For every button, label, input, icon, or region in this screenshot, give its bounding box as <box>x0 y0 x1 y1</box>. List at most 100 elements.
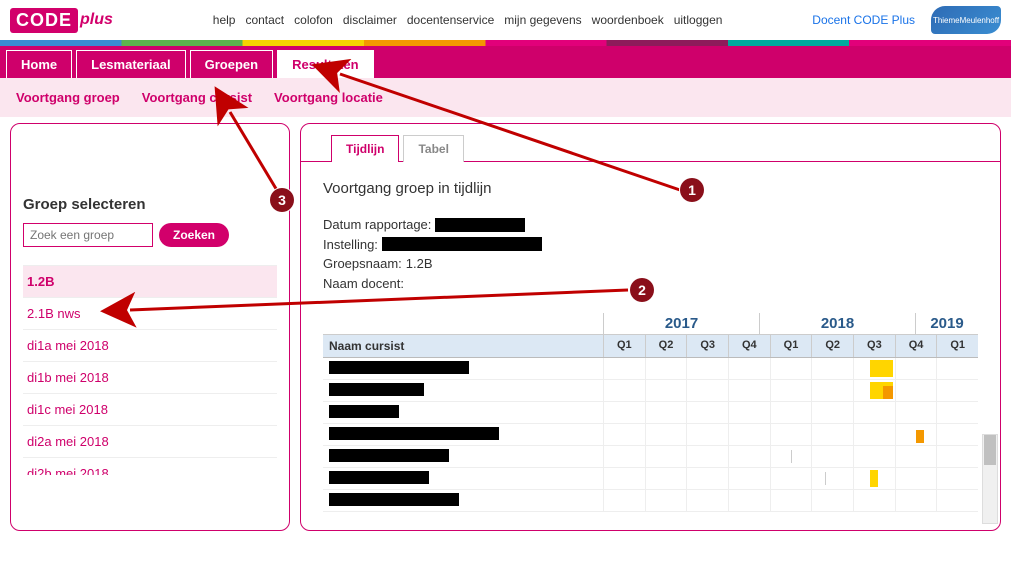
q-label: Q4 <box>895 335 937 357</box>
timeline-rows <box>323 358 978 512</box>
nav-disclaimer[interactable]: disclaimer <box>343 13 397 27</box>
year-2017: 2017 <box>603 313 759 334</box>
search-input[interactable] <box>23 223 153 247</box>
timeline-cell <box>770 380 812 401</box>
thieme-logo: ThiemeMeulenhoff <box>931 6 1001 34</box>
timeline-cell <box>811 446 853 467</box>
redacted <box>329 449 449 462</box>
timeline-cell <box>811 358 853 379</box>
timeline-row <box>323 490 978 512</box>
timeline-cell <box>603 358 645 379</box>
timeline-cell <box>895 468 937 489</box>
nav-mijngegevens[interactable]: mijn gegevens <box>504 13 581 27</box>
nav-contact[interactable]: contact <box>245 13 284 27</box>
subtab-voortgang-cursist[interactable]: Voortgang cursist <box>134 86 260 109</box>
timeline-cell <box>645 424 687 445</box>
tab-lesmateriaal[interactable]: Lesmateriaal <box>76 50 186 78</box>
timeline-cell <box>895 358 937 379</box>
annotation-marker-1: 1 <box>680 178 704 202</box>
timeline-row <box>323 468 978 490</box>
timeline-cell <box>728 424 770 445</box>
tab-groepen[interactable]: Groepen <box>190 50 273 78</box>
meta-date-label: Datum rapportage: <box>323 215 431 235</box>
timeline-cell <box>811 380 853 401</box>
timeline-cell <box>728 446 770 467</box>
timeline-cell <box>686 424 728 445</box>
progress-bar <box>916 430 924 443</box>
main-tabs: Home Lesmateriaal Groepen Resultaten <box>0 46 1011 78</box>
progress-bar <box>870 470 877 487</box>
nav-woordenboek[interactable]: woordenboek <box>592 13 664 27</box>
timeline-cell <box>936 490 978 511</box>
timeline-cell <box>853 358 895 379</box>
timeline-cell <box>853 424 895 445</box>
group-item[interactable]: di2b mei 2018 <box>23 458 277 475</box>
redacted <box>329 493 459 506</box>
nav-docentenservice[interactable]: docentenservice <box>407 13 494 27</box>
timeline-cell <box>936 468 978 489</box>
timeline-row <box>323 424 978 446</box>
group-list[interactable]: 1.2B 2.1B nws di1a mei 2018 di1b mei 201… <box>23 265 277 475</box>
detail-body: Voortgang groep in tijdlijn Datum rappor… <box>301 162 1000 530</box>
q-label: Q1 <box>936 335 978 357</box>
timeline-cell <box>728 490 770 511</box>
nav-uitloggen[interactable]: uitloggen <box>674 13 723 27</box>
tab-resultaten[interactable]: Resultaten <box>277 50 373 78</box>
docent-link[interactable]: Docent CODE Plus <box>812 13 915 27</box>
timeline-cell <box>686 468 728 489</box>
timeline-header: Naam cursist Q1 Q2 Q3 Q4 Q1 Q2 Q3 Q4 Q1 <box>323 335 978 358</box>
logo: CODE plus <box>10 8 113 33</box>
viewtab-tabel[interactable]: Tabel <box>403 135 463 162</box>
redacted <box>382 237 542 251</box>
timeline-cell <box>645 490 687 511</box>
progress-bar <box>791 450 792 463</box>
meta-inst-label: Instelling: <box>323 235 378 255</box>
timeline-row <box>323 402 978 424</box>
redacted <box>329 405 399 418</box>
timeline-cell <box>645 380 687 401</box>
group-item[interactable]: di1b mei 2018 <box>23 362 277 394</box>
year-2018: 2018 <box>759 313 915 334</box>
timeline-row <box>323 380 978 402</box>
redacted <box>329 361 469 374</box>
top-bar: CODE plus help contact colofon disclaime… <box>0 0 1011 40</box>
group-item[interactable]: di1a mei 2018 <box>23 330 277 362</box>
subtab-voortgang-locatie[interactable]: Voortgang locatie <box>266 86 391 109</box>
group-item[interactable]: 2.1B nws <box>23 298 277 330</box>
logo-suffix: plus <box>80 11 113 29</box>
content: Groep selecteren Zoeken 1.2B 2.1B nws di… <box>0 117 1011 537</box>
timeline-cell <box>853 446 895 467</box>
viewtab-tijdlijn[interactable]: Tijdlijn <box>331 135 399 162</box>
timeline-cell <box>811 468 853 489</box>
tab-home[interactable]: Home <box>6 50 72 78</box>
group-header: Groep selecteren <box>23 196 277 213</box>
timeline-cell <box>728 402 770 423</box>
timeline-cell <box>603 380 645 401</box>
group-item[interactable]: 1.2B <box>23 266 277 298</box>
subtab-voortgang-groep[interactable]: Voortgang groep <box>8 86 128 109</box>
scrollbar[interactable] <box>982 434 998 524</box>
group-item[interactable]: di1c mei 2018 <box>23 394 277 426</box>
progress-bar <box>825 472 826 485</box>
nav-colofon[interactable]: colofon <box>294 13 333 27</box>
timeline-cell <box>770 446 812 467</box>
timeline-cell <box>811 490 853 511</box>
timeline-cell <box>770 402 812 423</box>
timeline-cell <box>936 446 978 467</box>
sub-tabs: Voortgang groep Voortgang cursist Voortg… <box>0 78 1011 117</box>
timeline-cell <box>895 490 937 511</box>
timeline-cell <box>728 380 770 401</box>
detail-panel: Tijdlijn Tabel Voortgang groep in tijdli… <box>300 123 1001 531</box>
timeline-cell <box>686 402 728 423</box>
progress-bar <box>870 360 892 377</box>
timeline-cell <box>645 468 687 489</box>
nav-help[interactable]: help <box>213 13 236 27</box>
q-label: Q3 <box>853 335 895 357</box>
detail-title: Voortgang groep in tijdlijn <box>323 180 978 197</box>
timeline-years: 2017 2018 2019 <box>323 313 978 335</box>
group-item[interactable]: di2a mei 2018 <box>23 426 277 458</box>
search-button[interactable]: Zoeken <box>159 223 229 247</box>
timeline-cell <box>770 468 812 489</box>
timeline: 2017 2018 2019 Naam cursist Q1 Q2 Q3 Q4 … <box>323 313 978 512</box>
timeline-cell <box>645 402 687 423</box>
